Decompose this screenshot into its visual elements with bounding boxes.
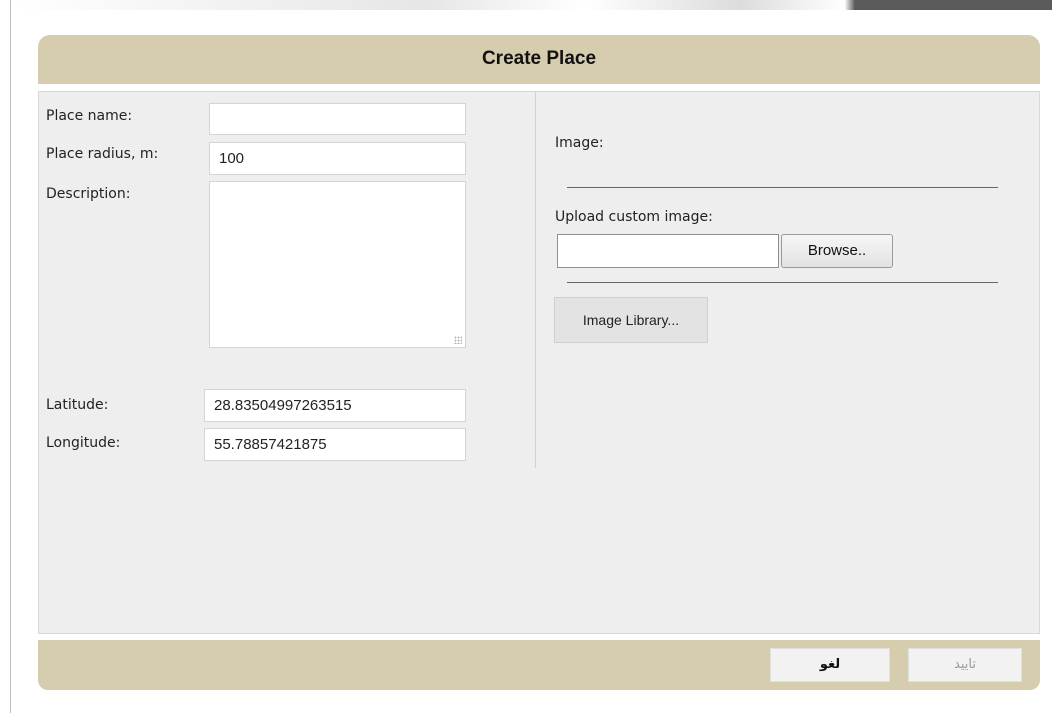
place-name-input[interactable] xyxy=(209,103,466,135)
place-name-label: Place name: xyxy=(46,108,133,124)
description-textarea[interactable] xyxy=(209,181,466,348)
image-divider-bottom xyxy=(567,282,998,283)
latitude-input[interactable] xyxy=(204,389,466,422)
cancel-button[interactable]: لغو xyxy=(770,648,890,682)
place-radius-input[interactable] xyxy=(209,142,466,175)
description-label: Description: xyxy=(46,186,131,202)
description-wrapper xyxy=(209,181,466,348)
place-radius-label: Place radius, m: xyxy=(46,146,159,162)
latitude-label: Latitude: xyxy=(46,397,109,413)
browse-button[interactable]: Browse.. xyxy=(781,234,893,268)
image-library-button[interactable]: Image Library... xyxy=(554,297,708,343)
upload-file-path-input[interactable] xyxy=(557,234,779,268)
window-top-edge xyxy=(11,0,1052,10)
place-details-panel: Place name: Place radius, m: Description… xyxy=(39,92,536,468)
confirm-button[interactable]: تایید xyxy=(908,648,1022,682)
create-place-dialog: Create Place Place name: Place radius, m… xyxy=(38,35,1040,690)
image-divider-top xyxy=(567,187,998,188)
dialog-title: Create Place xyxy=(38,35,1040,84)
longitude-input[interactable] xyxy=(204,428,466,461)
longitude-label: Longitude: xyxy=(46,435,121,451)
resize-grip-icon[interactable] xyxy=(454,336,462,344)
upload-custom-image-label: Upload custom image: xyxy=(555,209,713,225)
dialog-footer: لغو تایید xyxy=(38,640,1040,690)
window-frame: Create Place Place name: Place radius, m… xyxy=(10,0,1052,713)
image-label: Image: xyxy=(555,135,604,151)
dialog-body: Place name: Place radius, m: Description… xyxy=(38,91,1040,634)
